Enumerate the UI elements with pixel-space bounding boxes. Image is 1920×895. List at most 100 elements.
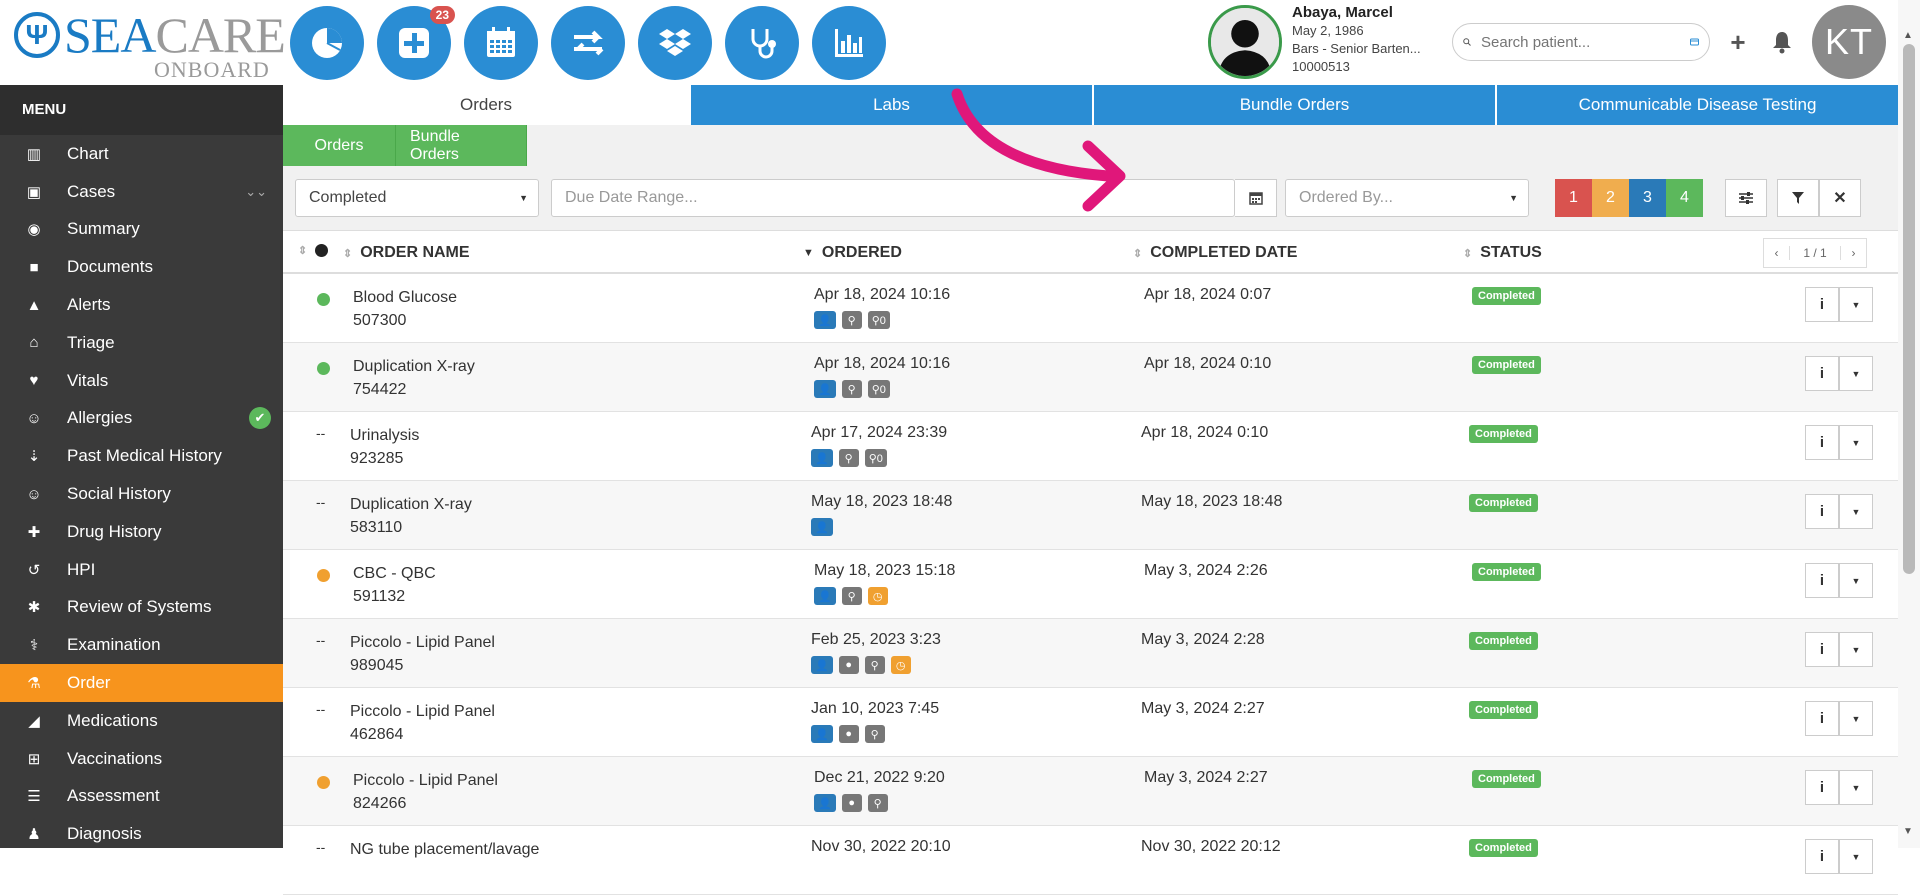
priority-2-button[interactable]: 2 — [1592, 179, 1629, 217]
row-menu-dropdown[interactable]: ▼ — [1839, 701, 1873, 736]
map-pin-icon[interactable]: ⚲ — [867, 794, 888, 812]
map-pin-icon[interactable]: ⚲ — [864, 656, 885, 674]
row-menu-dropdown[interactable]: ▼ — [1839, 356, 1873, 391]
add-icon[interactable]: + — [1724, 27, 1752, 57]
comment-icon[interactable]: ● — [838, 656, 859, 674]
tab-labs[interactable]: Labs — [689, 85, 1092, 125]
scroll-thumb[interactable] — [1903, 44, 1915, 574]
row-menu-dropdown[interactable]: ▼ — [1839, 839, 1873, 874]
scroll-down-icon[interactable]: ▼ — [1903, 826, 1913, 837]
sidebar-item-diagnosis[interactable]: ♟ Diagnosis — [0, 815, 283, 853]
nav-reports-button[interactable] — [812, 6, 886, 80]
column-settings-button[interactable] — [1725, 179, 1767, 217]
tab-bundle-orders[interactable]: Bundle Orders — [1092, 85, 1495, 125]
due-date-range-input[interactable]: Due Date Range... — [551, 179, 1235, 217]
info-button[interactable]: i — [1805, 632, 1839, 667]
ordered-header[interactable]: ▼ ORDERED — [803, 244, 902, 262]
order-name-cell[interactable]: CBC - QBC 591132 — [353, 562, 436, 608]
clock-icon[interactable]: ◷ — [867, 587, 888, 605]
row-menu-dropdown[interactable]: ▼ — [1839, 563, 1873, 598]
row-menu-dropdown[interactable]: ▼ — [1839, 425, 1873, 460]
ordered-by-select[interactable]: Ordered By... ▼ — [1285, 179, 1529, 217]
subtab-bundle-orders[interactable]: Bundle Orders — [396, 125, 527, 166]
order-name-cell[interactable]: Duplication X-ray 754422 — [353, 355, 475, 401]
info-button[interactable]: i — [1805, 494, 1839, 529]
id-card-icon[interactable] — [1690, 35, 1699, 49]
map-pin-icon[interactable]: ⚲ — [841, 587, 862, 605]
map-pin-icon[interactable]: ⚲ — [838, 449, 859, 467]
priority-4-button[interactable]: 4 — [1666, 179, 1703, 217]
order-name-cell[interactable]: NG tube placement/lavage — [350, 838, 539, 861]
sidebar-item-alerts[interactable]: ▲ Alerts — [0, 286, 283, 324]
user-icon[interactable]: 👤 — [814, 311, 836, 329]
completed-date-header[interactable]: ⇕ COMPLETED DATE — [1133, 244, 1297, 262]
info-button[interactable]: i — [1805, 770, 1839, 805]
sidebar-item-order[interactable]: ⚗ Order — [0, 664, 283, 702]
table-row[interactable]: Duplication X-ray 754422 Apr 18, 2024 10:1… — [283, 343, 1898, 412]
double-chevron-down-icon[interactable]: ⌄⌄ — [245, 184, 267, 200]
priority-1-button[interactable]: 1 — [1555, 179, 1592, 217]
table-row[interactable]: Piccolo - Lipid Panel 824266 Dec 21, 2022 … — [283, 757, 1898, 826]
scrollbar[interactable]: ▲ ▼ — [1898, 0, 1920, 848]
calendar-picker-button[interactable] — [1235, 179, 1277, 217]
clear-filter-button[interactable]: ✕ — [1819, 179, 1861, 217]
status-select[interactable]: Completed ▼ — [295, 179, 539, 217]
sidebar-item-vaccinations[interactable]: ⊞ Vaccinations — [0, 740, 283, 778]
sidebar-item-allergies[interactable]: ☺ Allergies ✔ — [0, 400, 283, 438]
attachment-count-icon[interactable]: ⚲0 — [867, 311, 890, 329]
patient-avatar[interactable] — [1208, 5, 1282, 79]
sidebar-item-medications[interactable]: ◢ Medications — [0, 702, 283, 740]
tab-communicable-disease[interactable]: Communicable Disease Testing — [1495, 85, 1898, 125]
nav-clinical-button[interactable] — [725, 6, 799, 80]
comment-icon[interactable]: ● — [838, 725, 859, 743]
table-row[interactable]: -- Urinalysis 923285 Apr 17, 2024 23:39 👤 ⚲ ⚲0… — [283, 412, 1898, 481]
nav-new-order-button[interactable]: 23 — [377, 6, 455, 80]
info-button[interactable]: i — [1805, 563, 1839, 598]
info-button[interactable]: i — [1805, 287, 1839, 322]
user-icon[interactable]: 👤 — [811, 449, 833, 467]
info-button[interactable]: i — [1805, 701, 1839, 736]
order-name-cell[interactable]: Urinalysis 923285 — [350, 424, 419, 470]
row-menu-dropdown[interactable]: ▼ — [1839, 494, 1873, 529]
order-name-cell[interactable]: Piccolo - Lipid Panel 989045 — [350, 631, 495, 677]
user-icon[interactable]: 👤 — [811, 725, 833, 743]
order-name-header[interactable]: ⇕ ORDER NAME — [343, 244, 470, 262]
user-icon[interactable]: 👤 — [814, 587, 836, 605]
sidebar-item-chart[interactable]: ▥ Chart — [0, 135, 283, 173]
nav-dropbox-button[interactable] — [638, 6, 712, 80]
order-name-cell[interactable]: Duplication X-ray 583110 — [350, 493, 472, 539]
sidebar-item-cases[interactable]: ▣ Cases ⌄⌄ — [0, 173, 283, 211]
sidebar-item-past-medical-history[interactable]: ⇣ Past Medical History — [0, 437, 283, 475]
info-button[interactable]: i — [1805, 425, 1839, 460]
patient-name[interactable]: Abaya, Marcel — [1292, 4, 1421, 22]
status-header[interactable]: ⇕ STATUS — [1463, 244, 1542, 262]
user-avatar[interactable]: KT — [1812, 5, 1886, 79]
sidebar-item-summary[interactable]: ◉ Summary — [0, 211, 283, 249]
order-name-cell[interactable]: Piccolo - Lipid Panel 824266 — [353, 769, 498, 815]
bell-icon[interactable] — [1768, 28, 1796, 56]
next-page-icon[interactable]: › — [1841, 246, 1866, 260]
nav-transfer-button[interactable] — [551, 6, 625, 80]
sidebar-item-social-history[interactable]: ☺ Social History — [0, 475, 283, 513]
attachment-count-icon[interactable]: ⚲0 — [867, 380, 890, 398]
nav-calendar-button[interactable] — [464, 6, 538, 80]
table-row[interactable]: -- Duplication X-ray 583110 May 18, 2023 18… — [283, 481, 1898, 550]
order-name-cell[interactable]: Piccolo - Lipid Panel 462864 — [350, 700, 495, 746]
seacare-logo[interactable]: Ψ SEACARE ONBOARD — [14, 10, 286, 82]
table-row[interactable]: Blood Glucose 507300 Apr 18, 2024 10:16 👤 ⚲ ⚲… — [283, 274, 1898, 343]
sidebar-item-examination[interactable]: ⚕ Examination — [0, 626, 283, 664]
info-button[interactable]: i — [1805, 356, 1839, 391]
sidebar-item-documents[interactable]: ■ Documents — [0, 248, 283, 286]
filter-button[interactable] — [1777, 179, 1819, 217]
marker-column-header[interactable]: ⇕ — [298, 244, 329, 257]
table-row[interactable]: -- Piccolo - Lipid Panel 462864 Jan 10, 202… — [283, 688, 1898, 757]
clock-icon[interactable]: ◷ — [890, 656, 911, 674]
sidebar-item-triage[interactable]: ⌂ Triage — [0, 324, 283, 362]
subtab-orders[interactable]: Orders — [283, 125, 396, 166]
user-icon[interactable]: 👤 — [811, 656, 833, 674]
user-icon[interactable]: 👤 — [814, 794, 836, 812]
nav-dashboard-button[interactable] — [290, 6, 364, 80]
user-icon[interactable]: 👤 — [814, 380, 836, 398]
tab-orders[interactable]: Orders — [283, 85, 689, 125]
sidebar-item-assessment[interactable]: ☰ Assessment — [0, 778, 283, 816]
